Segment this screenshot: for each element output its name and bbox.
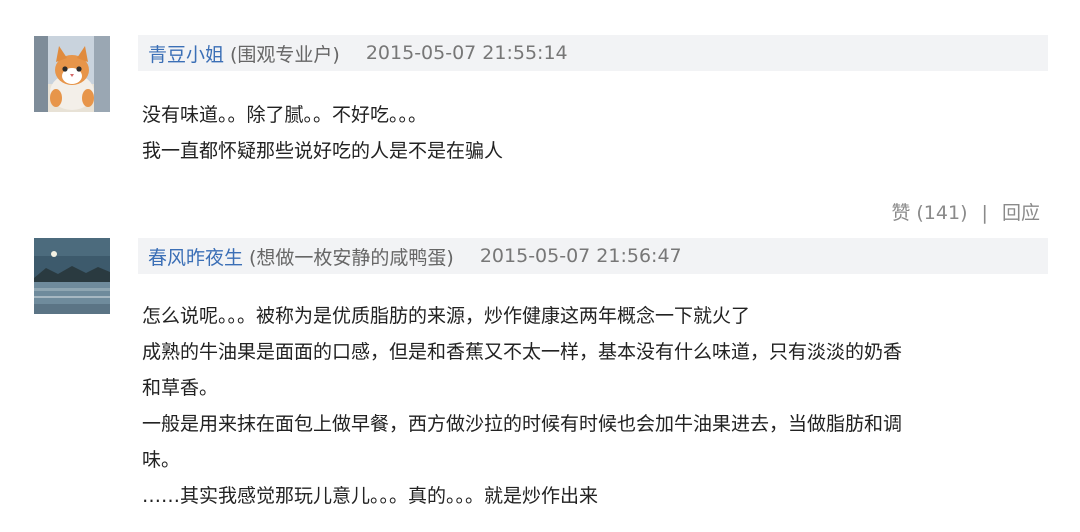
like-button[interactable]: 赞 (141): [891, 202, 973, 224]
comment-actions: 赞 (141) | 回应: [891, 198, 1040, 225]
like-count: (141): [916, 202, 968, 224]
comment-line: 没有味道。。除了腻。。不好吃。。。: [142, 104, 428, 126]
user-avatar[interactable]: [34, 238, 110, 314]
user-avatar[interactable]: [34, 36, 110, 112]
comment-line: 味。: [142, 449, 181, 471]
comment-header: 青豆小姐 (围观专业户) 2015-05-07 21:55:14: [138, 35, 1048, 71]
like-label: 赞: [891, 202, 911, 224]
comment-line: 成熟的牛油果是面面的口感，但是和香蕉又不太一样，基本没有什么味道，只有淡淡的奶香: [142, 341, 903, 363]
comment-timestamp: 2015-05-07 21:55:14: [365, 42, 568, 64]
action-separator: |: [981, 202, 988, 224]
user-signature: (围观专业户): [230, 43, 340, 66]
comment-body: 没有味道。。除了腻。。不好吃。。。 我一直都怀疑那些说好吃的人是不是在骗人: [142, 97, 1047, 169]
cat-avatar-icon: [34, 36, 110, 112]
user-signature: (想做一枚安静的咸鸭蛋): [249, 246, 454, 269]
comment-body: 怎么说呢。。。被称为是优质脂肪的来源，炒作健康这两年概念一下就火了 成熟的牛油果…: [142, 298, 1047, 514]
comment-line: 和草香。: [142, 377, 219, 399]
reply-button[interactable]: 回应: [1002, 202, 1040, 224]
comment-header: 春风昨夜生 (想做一枚安静的咸鸭蛋) 2015-05-07 21:56:47: [138, 238, 1048, 274]
comment-line: ……其实我感觉那玩儿意儿。。。真的。。。就是炒作出来: [142, 485, 599, 507]
comment-line: 我一直都怀疑那些说好吃的人是不是在骗人: [142, 140, 504, 162]
comment-line: 一般是用来抹在面包上做早餐，西方做沙拉的时候有时候也会加牛油果进去，当做脂肪和调: [142, 413, 903, 435]
lake-landscape-avatar-icon: [34, 238, 110, 314]
comment-timestamp: 2015-05-07 21:56:47: [479, 245, 682, 267]
comment-line: 怎么说呢。。。被称为是优质脂肪的来源，炒作健康这两年概念一下就火了: [142, 305, 751, 327]
username-link[interactable]: 春风昨夜生: [148, 243, 243, 270]
username-link[interactable]: 青豆小姐: [148, 40, 224, 67]
